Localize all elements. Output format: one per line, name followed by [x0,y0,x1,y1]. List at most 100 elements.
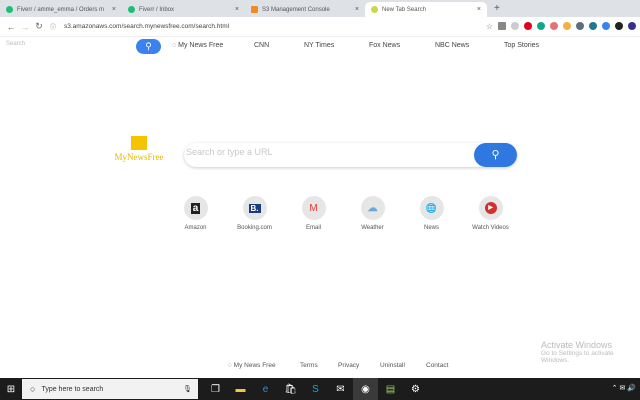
footer-brand[interactable]: ◌ My News Free [228,362,300,369]
extension-icon[interactable] [563,22,571,30]
extension-icon[interactable] [615,22,623,30]
extension-icon[interactable] [537,22,545,30]
nav-brand-label: My News Free [178,42,224,49]
windows-start-icon[interactable]: ⊞ [0,384,22,395]
globe-icon: 🌐 [425,202,438,213]
top-search-input[interactable]: Search [6,41,25,47]
nav-link-nytimes[interactable]: NY Times [304,42,369,49]
nav-brand[interactable]: ◌ My News Free [172,42,254,49]
taskbar-search-placeholder: Type here to search [41,385,104,393]
search-icon: ⚲ [491,149,500,161]
reload-icon[interactable]: ↻ [32,21,46,32]
new-tab-button[interactable]: + [494,3,500,14]
tab-fiverr-orders[interactable]: Fiverr / amme_emma / Orders m × [0,2,122,17]
file-explorer-icon[interactable]: ▬ [228,378,253,400]
info-icon[interactable]: ⓘ [46,22,60,31]
star-icon[interactable]: ☆ [486,22,493,31]
profile-avatar[interactable] [628,22,636,30]
nav-link-topstories[interactable]: Top Stories [504,42,539,49]
settings-icon[interactable]: ⚙ [403,378,428,400]
opera-icon[interactable] [524,22,532,30]
tile-label: Watch Videos [472,225,509,231]
nav-link-nbcnews[interactable]: NBC News [435,42,504,49]
footer-link-uninstall[interactable]: Uninstall [380,362,426,369]
extension-icon[interactable] [602,22,610,30]
close-icon[interactable]: × [112,6,116,13]
aws-icon [251,6,258,13]
booking-icon: B. [248,203,261,213]
extension-icon[interactable] [576,22,584,30]
task-view-icon[interactable]: ❐ [203,378,228,400]
page-icon [371,6,378,13]
chrome-icon[interactable]: ◉ [353,378,378,400]
taskbar: ⊞ ○ Type here to search 🎙 ❐ ▬ e 🛍 S ✉ ◉ … [0,378,640,400]
logo-text: MyNewsFree [114,152,164,162]
close-icon[interactable]: × [355,6,359,13]
footer-link-privacy[interactable]: Privacy [338,362,380,369]
tile-label: News [423,225,439,231]
footer-link-contact[interactable]: Contact [426,362,448,369]
tile-label: Amazon [184,225,207,231]
activate-windows-watermark: Activate Windows Go to Settings to activ… [541,340,640,364]
back-icon[interactable]: ← [4,22,18,32]
tab-fiverr-inbox[interactable]: Fiverr / Inbox × [122,2,245,17]
fiverr-icon [6,6,13,13]
top-nav: Search ⚲ ◌ My News Free CNN NY Times Fox… [0,37,640,56]
cortana-icon: ○ [30,384,36,394]
store-icon[interactable]: 🛍 [278,378,303,400]
tile-news[interactable]: 🌐 News [402,196,461,231]
gmail-icon: M [309,202,318,214]
extensions: ☆ [486,22,636,31]
skype-icon[interactable]: S [303,378,328,400]
extension-icon[interactable] [589,22,597,30]
logo: MyNewsFree [108,136,170,162]
footer-link-terms[interactable]: Terms [300,362,338,369]
tile-label: Weather [361,225,384,231]
main-search-button[interactable]: ⚲ [474,143,517,167]
main-search-input[interactable] [186,147,466,157]
mail-icon[interactable]: ✉ [328,378,353,400]
address-bar-row: ← → ↻ ⓘ s3.amazonaws.com/search.mynewsfr… [0,17,640,37]
nav-link-foxnews[interactable]: Fox News [369,42,435,49]
tab-s3-console[interactable]: S3 Management Console × [245,2,365,17]
shortcut-tiles: a Amazon B. Booking.com M Email ☁ Weather 🌐 N… [166,196,520,231]
tile-booking[interactable]: B. Booking.com [225,196,284,231]
top-search-button[interactable]: ⚲ [136,39,161,54]
fiverr-icon [128,6,135,13]
tab-title: S3 Management Console [262,6,330,13]
tab-new-tab-search[interactable]: New Tab Search × [365,2,487,17]
watermark-subtitle: Go to Settings to activate Windows. [541,350,614,364]
url-field[interactable]: s3.amazonaws.com/search.mynewsfree.com/s… [64,23,229,30]
search-icon: ⚲ [145,41,152,51]
notepad-icon[interactable]: ▤ [378,378,403,400]
extension-icon[interactable] [550,22,558,30]
logo-icon [131,136,147,150]
watermark-title: Activate Windows [541,340,613,350]
nav-link-cnn[interactable]: CNN [254,42,304,49]
close-icon[interactable]: × [235,6,239,13]
edge-icon[interactable]: e [253,378,278,400]
tile-email[interactable]: M Email [284,196,343,231]
tab-title: Fiverr / amme_emma / Orders m [17,6,105,13]
microphone-icon[interactable]: 🎙 [183,385,192,393]
footer-brand-label: My News Free [233,362,276,369]
extension-icon[interactable] [498,22,506,30]
tile-label: Email [305,225,321,231]
tile-weather[interactable]: ☁ Weather [343,196,402,231]
tab-title: New Tab Search [382,6,426,13]
video-icon: ▶ [484,202,497,214]
tile-watch-videos[interactable]: ▶ Watch Videos [461,196,520,231]
main-search: ⚲ [184,143,517,167]
amazon-icon: a [190,202,201,214]
tab-title: Fiverr / Inbox [139,6,175,13]
forward-icon[interactable]: → [18,22,32,32]
extension-icon[interactable] [511,22,519,30]
footer: ◌ My News Free Terms Privacy Uninstall C… [228,362,448,369]
tab-bar: Fiverr / amme_emma / Orders m × Fiverr / … [0,0,640,17]
system-tray[interactable]: ⌃ ✉ 🔊 [612,384,636,392]
tile-label: Booking.com [237,225,272,231]
close-icon[interactable]: × [477,6,481,13]
tile-amazon[interactable]: a Amazon [166,196,225,231]
cloud-icon: ☁ [367,202,378,214]
taskbar-search[interactable]: ○ Type here to search 🎙 [22,379,198,399]
